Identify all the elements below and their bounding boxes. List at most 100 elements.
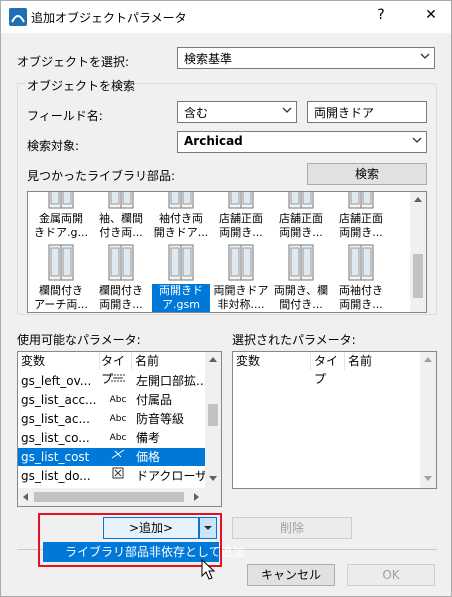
select-object-label: オブジェクトを選択: bbox=[17, 55, 130, 69]
library-part-item[interactable]: 両開きドア 非対称.... bbox=[212, 242, 270, 312]
library-part-item[interactable]: 店舗正面 両開き... bbox=[332, 192, 390, 240]
grid-scrollbar[interactable] bbox=[410, 192, 426, 312]
library-part-name-line: きドア.g... bbox=[34, 226, 88, 239]
params-hscrollbar[interactable] bbox=[18, 488, 221, 506]
title-bar[interactable]: 追加オブジェクトパラメータ ? ✕ bbox=[1, 1, 451, 33]
door-thumbnail-icon bbox=[101, 242, 141, 282]
library-part-name-line: 欄間付き bbox=[99, 284, 143, 297]
scroll-down-icon[interactable] bbox=[209, 476, 217, 482]
library-part-item[interactable]: 欄間付き アーチ両... bbox=[32, 242, 90, 312]
library-part-name-line: 開きドア... bbox=[153, 226, 209, 239]
library-part-item[interactable]: 袖、欄間 付き両... bbox=[92, 192, 150, 240]
cancel-button[interactable]: キャンセル bbox=[247, 564, 335, 586]
library-part-name-line: 両開き、欄 bbox=[273, 284, 329, 297]
library-part-item[interactable]: 店舗正面 両開き... bbox=[212, 192, 270, 240]
library-part-name-line: 両開きドア bbox=[213, 284, 269, 297]
library-part-name: 欄間付き 両開き... bbox=[92, 284, 150, 312]
select-object-combo[interactable]: 検索基準 bbox=[177, 47, 435, 69]
selected-params-label: 選択されたパラメータ: bbox=[232, 333, 356, 347]
param-row[interactable]: gs_list_do... ドアクローザ bbox=[18, 467, 208, 485]
library-parts-grid[interactable]: 金属両開 きドア.g... 袖、欄間 付き両... 袖付き両 開きドア... 店舗正面 両開き… bbox=[27, 191, 427, 313]
library-part-name-line: ア.gsm bbox=[162, 298, 200, 311]
mouse-cursor-icon bbox=[201, 559, 216, 580]
condition-combo[interactable]: 含む bbox=[177, 101, 297, 123]
library-part-name-line: 両開き... bbox=[279, 226, 323, 239]
library-part-name-line: 間付き... bbox=[279, 298, 323, 311]
header-name[interactable]: 名前 bbox=[345, 352, 421, 370]
help-button[interactable]: ? bbox=[371, 7, 391, 23]
library-part-name: 袖付き両 開きドア... bbox=[152, 212, 210, 240]
param-row[interactable]: gs_list_acc... Abc 付属品 bbox=[18, 391, 208, 409]
selected-params-list[interactable]: 変数 タイプ 名前 bbox=[232, 351, 437, 489]
library-part-item[interactable]: 欄間付き 両開き... bbox=[92, 242, 150, 312]
library-part-item[interactable]: 両開きド ア.gsm bbox=[152, 242, 210, 312]
param-row[interactable]: gs_list_ac... Abc 防音等級 bbox=[18, 410, 208, 428]
door-thumbnail-icon bbox=[221, 192, 261, 210]
delete-button[interactable]: 削除 bbox=[232, 517, 352, 539]
header-variable[interactable]: 変数 bbox=[18, 352, 100, 370]
selected-vscrollbar[interactable] bbox=[420, 352, 436, 488]
library-part-item[interactable]: 両開き、欄 間付き... bbox=[272, 242, 330, 312]
params-vscroll-thumb[interactable] bbox=[208, 404, 218, 426]
condition-value: 含む bbox=[184, 106, 209, 120]
checkbox-icon bbox=[108, 467, 128, 486]
library-part-name-line: 非対称.... bbox=[217, 298, 265, 311]
library-part-name-line: 付き両... bbox=[99, 226, 143, 239]
door-thumbnail-icon bbox=[281, 192, 321, 210]
search-target-label: 検索対象: bbox=[27, 139, 80, 153]
scroll-up-icon[interactable] bbox=[209, 356, 217, 362]
chevron-down-icon bbox=[420, 53, 430, 59]
grid-scroll-thumb[interactable] bbox=[413, 254, 423, 298]
library-part-item[interactable]: 店舗正面 両開き... bbox=[272, 192, 330, 240]
library-part-name-line: 欄間付き bbox=[39, 284, 83, 297]
library-part-name: 欄間付き アーチ両... bbox=[32, 284, 90, 312]
library-part-name: 両開きドア 非対称.... bbox=[212, 284, 270, 312]
param-type: Abc bbox=[109, 414, 127, 424]
library-part-name-line: 店舗正面 bbox=[219, 212, 263, 225]
library-part-item[interactable]: 両袖付き 両開き... bbox=[332, 242, 390, 312]
params-vscrollbar[interactable] bbox=[205, 352, 221, 488]
library-part-name: 店舗正面 両開き... bbox=[332, 212, 390, 240]
library-part-item[interactable]: 金属両開 きドア.g... bbox=[32, 192, 90, 240]
library-part-name-line: 金属両開 bbox=[39, 212, 83, 225]
header-type[interactable]: タイプ bbox=[311, 352, 345, 386]
door-thumbnail-icon bbox=[101, 192, 141, 210]
library-part-name-line: 店舗正面 bbox=[279, 212, 323, 225]
field-name-label: フィールド名: bbox=[27, 109, 103, 123]
param-type: Abc bbox=[109, 433, 127, 443]
header-type[interactable]: タイプ bbox=[100, 352, 132, 386]
door-thumbnail-icon bbox=[41, 192, 81, 210]
param-row[interactable]: gs_left_ov... 左開口部拡... bbox=[18, 372, 208, 390]
search-text-input[interactable]: 両開きドア bbox=[307, 101, 427, 123]
door-thumbnail-icon bbox=[341, 192, 381, 210]
scroll-right-icon[interactable] bbox=[194, 493, 200, 501]
scroll-down-icon[interactable] bbox=[424, 476, 432, 482]
scroll-up-icon[interactable] bbox=[424, 356, 432, 362]
library-part-name: 店舗正面 両開き... bbox=[272, 212, 330, 240]
scroll-up-icon[interactable] bbox=[414, 196, 422, 202]
close-button[interactable]: ✕ bbox=[421, 7, 441, 23]
search-target-combo[interactable]: Archicad bbox=[177, 131, 427, 153]
scroll-left-icon[interactable] bbox=[22, 493, 28, 501]
library-part-item[interactable]: 袖付き両 開きドア... bbox=[152, 192, 210, 240]
select-object-value: 検索基準 bbox=[184, 52, 233, 66]
header-variable[interactable]: 変数 bbox=[233, 352, 311, 370]
param-row[interactable]: gs_list_cost 価格 bbox=[18, 448, 208, 466]
chevron-down-icon bbox=[282, 107, 292, 113]
dim-icon bbox=[108, 372, 128, 390]
header-name[interactable]: 名前 bbox=[132, 352, 208, 370]
library-part-name: 両開きド ア.gsm bbox=[152, 284, 210, 312]
ruler-icon bbox=[108, 448, 128, 467]
library-part-name: 袖、欄間 付き両... bbox=[92, 212, 150, 240]
library-part-name-line: 両開き... bbox=[339, 226, 383, 239]
params-hscroll-thumb[interactable] bbox=[34, 492, 184, 502]
param-row[interactable]: gs_list_co... Abc 備考 bbox=[18, 429, 208, 447]
highlight-frame bbox=[38, 513, 222, 567]
library-part-name-line: 両開き... bbox=[219, 226, 263, 239]
window-title: 追加オブジェクトパラメータ bbox=[31, 11, 187, 25]
library-part-name-line: アーチ両... bbox=[34, 298, 88, 311]
search-button[interactable]: 検索 bbox=[307, 163, 427, 185]
ok-button[interactable]: OK bbox=[347, 564, 435, 586]
dialog: 追加オブジェクトパラメータ ? ✕ オブジェクトを選択: 検索基準 オブジェクト… bbox=[0, 0, 452, 597]
available-params-list[interactable]: 変数 タイプ 名前 gs_left_ov... 左開口部拡... gs_list_a… bbox=[17, 351, 222, 507]
